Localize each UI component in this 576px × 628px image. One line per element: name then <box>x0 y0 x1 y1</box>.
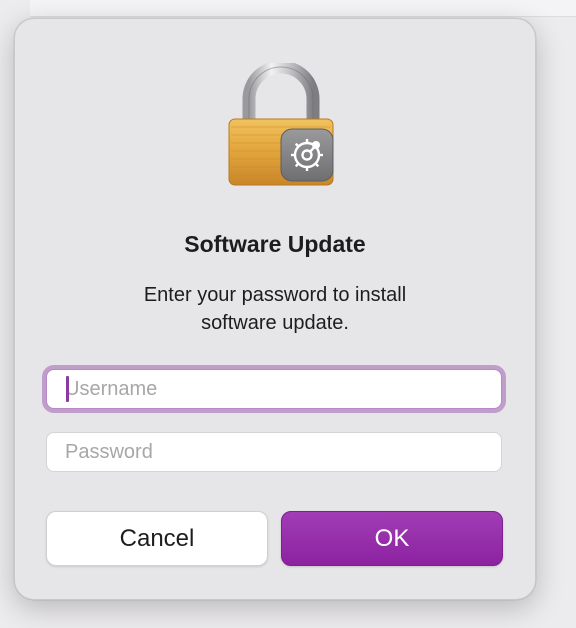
dialog-message: Enter your password to install software … <box>143 284 407 334</box>
dialog-title: Software Update <box>184 231 366 257</box>
software-update-dialog: Software Update Enter your password to i… <box>14 18 536 600</box>
background-window-edge <box>30 0 576 17</box>
lock-with-gear-icon <box>225 60 337 189</box>
text-caret <box>66 376 69 402</box>
ok-button[interactable]: OK <box>281 511 503 566</box>
cancel-button[interactable]: Cancel <box>46 511 268 566</box>
password-field[interactable] <box>46 432 502 472</box>
username-field[interactable] <box>46 369 502 409</box>
